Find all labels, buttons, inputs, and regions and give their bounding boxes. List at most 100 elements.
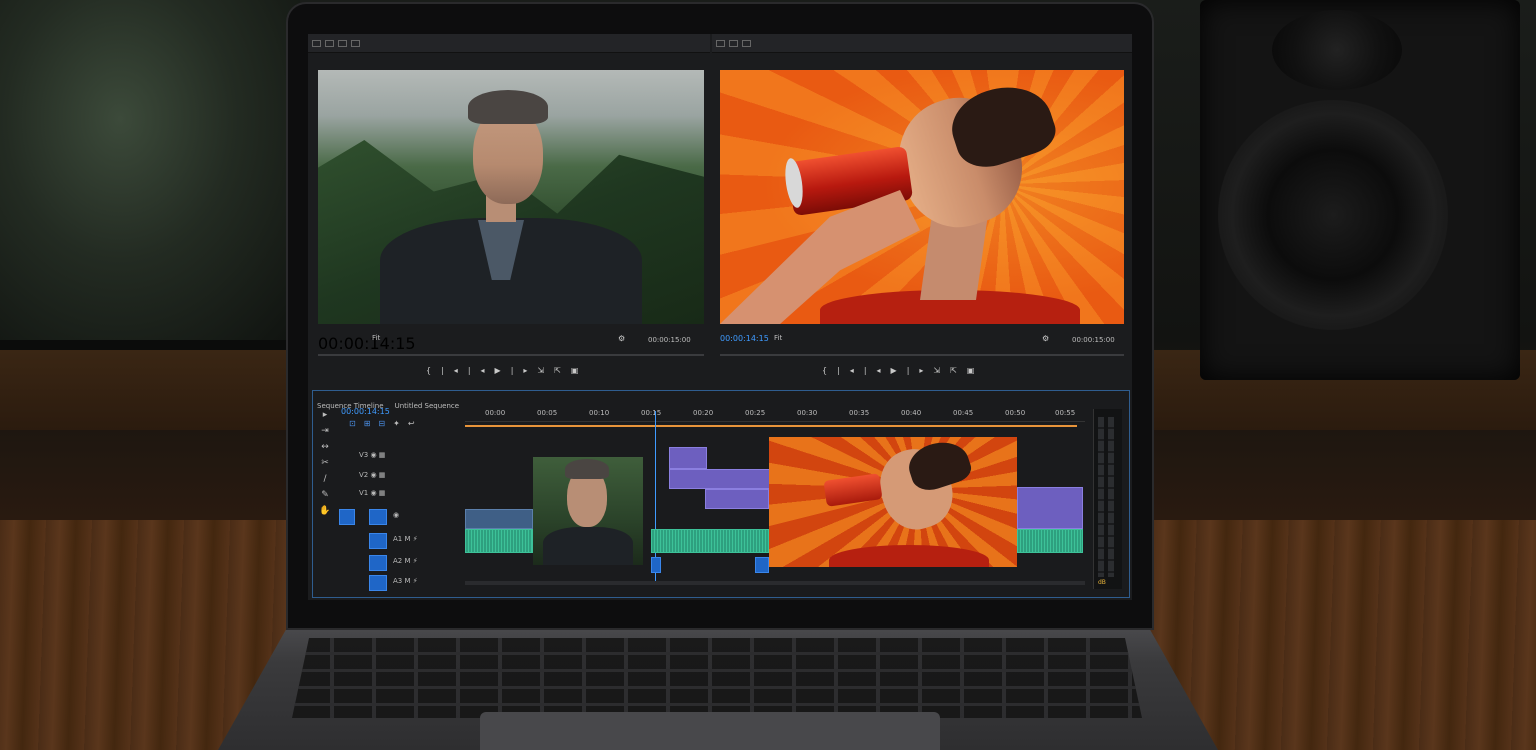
linked-selection-icon[interactable]: ⊞ [364, 419, 379, 428]
timeline-scrollbar[interactable] [465, 581, 1085, 585]
sequence-timecode: 00:00:14:15 [341, 407, 390, 416]
wrench-icon[interactable]: ✦ [393, 419, 408, 428]
ruler-mark: 00:15 [641, 409, 662, 417]
play-icon[interactable]: ▶ [495, 366, 511, 375]
panel-menu-icon[interactable] [742, 39, 751, 47]
ruler-mark: 00:10 [589, 409, 610, 417]
ruler-mark: 00:50 [1005, 409, 1026, 417]
hand-tool-icon[interactable]: ✋ [317, 503, 333, 519]
mark-in-icon[interactable]: { [822, 366, 837, 375]
insert-icon[interactable]: ⇲ [537, 366, 554, 375]
settings-icon[interactable]: ⚙ [1042, 334, 1049, 343]
snap-icon[interactable]: ⊡ [349, 419, 364, 428]
time-ruler[interactable]: 00:00 00:05 00:10 00:15 00:20 00:25 00:3… [465, 407, 1085, 422]
source-monitor: 00:00:14:15 Fit ⚙ 00:00:15:00 {|◂|◂▶|▸⇲⇱… [308, 34, 710, 384]
program-scrub-bar[interactable] [720, 354, 1124, 356]
work-area-bar[interactable] [465, 425, 1077, 427]
mark-out-icon[interactable]: | [837, 366, 850, 375]
selection-tool-icon[interactable]: ▸ [317, 407, 333, 423]
captions-icon[interactable]: ↩ [408, 419, 423, 428]
panel-menu-icon[interactable] [312, 39, 321, 47]
play-back-icon[interactable]: ◂ [877, 366, 891, 375]
thumb-red-shirt [829, 545, 989, 567]
source-monitor-header [308, 34, 710, 53]
mark-out-icon[interactable]: | [441, 366, 454, 375]
track-area [465, 431, 1085, 581]
laptop-screen: 00:00:14:15 Fit ⚙ 00:00:15:00 {|◂|◂▶|▸⇲⇱… [308, 34, 1132, 600]
clip-thumbnail-soda[interactable] [769, 437, 1017, 567]
play-back-icon[interactable]: ◂ [481, 366, 495, 375]
track-header-v1: V1 ◉ ▦ [359, 489, 386, 497]
speaker-tweeter [1272, 10, 1402, 90]
source-scrub-bar[interactable] [318, 354, 704, 356]
source-transport-controls[interactable]: {|◂|◂▶|▸⇲⇱▣ [426, 366, 588, 375]
add-marker-icon[interactable]: ⊟ [378, 419, 393, 428]
program-monitor-header [712, 34, 1132, 53]
track-header-v2: V2 ◉ ▦ [359, 471, 386, 479]
audio-clip-small[interactable] [755, 557, 769, 573]
mark-in-icon[interactable]: { [426, 366, 441, 375]
source-patch-v1-button[interactable] [339, 509, 355, 525]
panel-menu-icon[interactable] [716, 39, 725, 47]
eye-icon[interactable]: ◉ [393, 511, 399, 519]
target-a2-button[interactable] [369, 555, 387, 571]
step-back-icon[interactable]: ◂| [850, 366, 877, 375]
track-header-v3: V3 ◉ ▦ [359, 451, 386, 459]
panel-menu-icon[interactable] [729, 39, 738, 47]
audio-clip-small[interactable] [651, 557, 661, 573]
panel-menu-icon[interactable] [338, 39, 347, 47]
meter-left [1098, 417, 1104, 577]
target-a1-button[interactable] [369, 533, 387, 549]
track-header-a1: A1 M ⚡ [393, 535, 418, 543]
lift-icon[interactable]: ⇲ [933, 366, 950, 375]
video-clip[interactable] [669, 469, 771, 489]
timeline-toolbar: ⊡⊞⊟✦↩ [349, 419, 423, 428]
meter-db-label: dB [1098, 579, 1106, 586]
play-icon[interactable]: ▶ [891, 366, 907, 375]
trackpad [480, 712, 940, 750]
track-name: A1 [393, 535, 403, 543]
video-clip[interactable] [705, 489, 769, 509]
target-v1-button[interactable] [369, 509, 387, 525]
razor-tool-icon[interactable]: ✂ [317, 455, 333, 471]
target-a3-button[interactable] [369, 575, 387, 591]
track-name: V1 [359, 489, 369, 497]
video-clip[interactable] [669, 447, 707, 469]
ripple-edit-tool-icon[interactable]: ↔ [317, 439, 333, 455]
export-frame-icon[interactable]: ▣ [967, 366, 985, 375]
ruler-mark: 00:00 [485, 409, 506, 417]
clip-thumbnail-interview[interactable] [533, 457, 643, 565]
audio-clip[interactable] [1017, 529, 1083, 553]
panel-menu-icon[interactable] [325, 39, 334, 47]
thumb-person-hair [565, 459, 609, 479]
step-forward-icon[interactable]: |▸ [907, 366, 934, 375]
source-fit-dropdown[interactable]: Fit [372, 334, 380, 342]
ruler-mark: 00:05 [537, 409, 558, 417]
panel-menu-icon[interactable] [351, 39, 360, 47]
audio-clip[interactable] [651, 529, 771, 553]
video-clip[interactable] [1017, 487, 1083, 529]
step-back-icon[interactable]: ◂| [454, 366, 481, 375]
ruler-mark: 00:30 [797, 409, 818, 417]
program-fit-dropdown[interactable]: Fit [774, 334, 782, 342]
track-name: A2 [393, 557, 403, 565]
program-transport-controls[interactable]: {|◂|◂▶|▸⇲⇱▣ [822, 366, 984, 375]
step-forward-icon[interactable]: |▸ [511, 366, 538, 375]
sequence-tab[interactable]: Untitled Sequence [395, 402, 459, 410]
export-frame-icon[interactable]: ▣ [571, 366, 589, 375]
thumb-soda-can [823, 473, 883, 507]
audio-clip[interactable] [465, 529, 533, 553]
track-header-a2: A2 M ⚡ [393, 557, 418, 565]
slip-tool-icon[interactable]: / [317, 471, 333, 487]
keyboard-rows [292, 638, 1142, 718]
overwrite-icon[interactable]: ⇱ [554, 366, 571, 375]
track-select-tool-icon[interactable]: ⇥ [317, 423, 333, 439]
person-hair [468, 90, 548, 124]
extract-icon[interactable]: ⇱ [950, 366, 967, 375]
settings-icon[interactable]: ⚙ [618, 334, 625, 343]
ruler-mark: 00:35 [849, 409, 870, 417]
track-header-a3: A3 M ⚡ [393, 577, 418, 585]
pen-tool-icon[interactable]: ✎ [317, 487, 333, 503]
video-clip[interactable] [465, 509, 533, 529]
track-name: A3 [393, 577, 403, 585]
